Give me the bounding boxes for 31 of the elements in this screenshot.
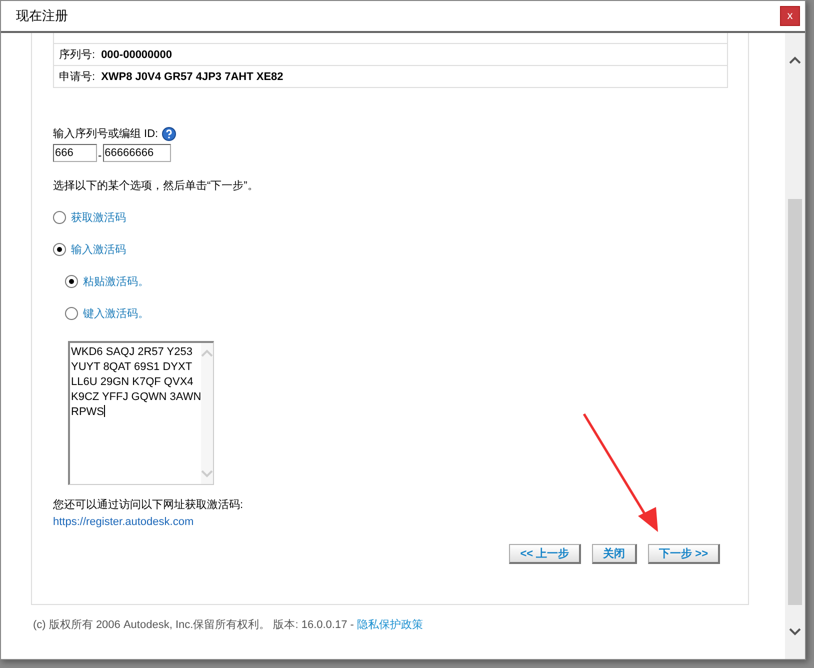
row-value: XWP8 J0V4 GR57 4JP3 7AHT XE82 xyxy=(101,70,284,82)
option-label[interactable]: 输入激活码 xyxy=(71,242,126,257)
serial-label: 输入序列号或编组 ID: xyxy=(53,126,158,141)
separator-text: - xyxy=(98,150,102,162)
radio-button[interactable] xyxy=(53,211,66,224)
hint-text: 您还可以通过访问以下网址获取激活码: xyxy=(53,498,244,512)
radio-button[interactable] xyxy=(65,275,78,288)
serial-number-field[interactable]: 66666666 xyxy=(102,144,171,162)
scrollbar[interactable] xyxy=(785,33,805,659)
row-value: 000-00000000 xyxy=(101,48,172,60)
option-label[interactable]: 获取激活码 xyxy=(71,210,126,225)
option-label[interactable]: 粘贴激活码。 xyxy=(83,274,149,289)
radio-button[interactable] xyxy=(65,307,78,320)
wizard-button[interactable]: 关闭 xyxy=(592,544,638,564)
serial-prefix-field[interactable]: 666 xyxy=(53,144,97,162)
row-label: 申请号: xyxy=(59,70,96,84)
row-label: 序列号: xyxy=(59,48,96,62)
help-icon[interactable] xyxy=(162,126,176,140)
option-label[interactable]: 键入激活码。 xyxy=(83,306,149,321)
scroll-up-icon[interactable] xyxy=(789,56,801,64)
privacy-link[interactable]: 隐私保护政策 xyxy=(357,619,423,631)
copyright-text: (c) 版权所有 2006 Autodesk, Inc.保留所有权利。 版本: 16.0.0.17 - 隐私保护政策 xyxy=(32,618,424,632)
register-link[interactable]: https://register.autodesk.com xyxy=(53,516,728,528)
window-title: 现在注册 xyxy=(16,7,68,25)
instruction-text: 选择以下的某个选项，然后单击“下一步”。 xyxy=(53,178,260,193)
close-button[interactable]: x xyxy=(780,6,800,26)
scrollbar-thumb[interactable] xyxy=(788,199,802,605)
radio-button[interactable] xyxy=(53,243,66,256)
wizard-button[interactable]: << 上一步 xyxy=(509,544,582,564)
scroll-down-icon[interactable] xyxy=(789,628,801,636)
wizard-button[interactable]: 下一步 >> xyxy=(648,544,720,564)
